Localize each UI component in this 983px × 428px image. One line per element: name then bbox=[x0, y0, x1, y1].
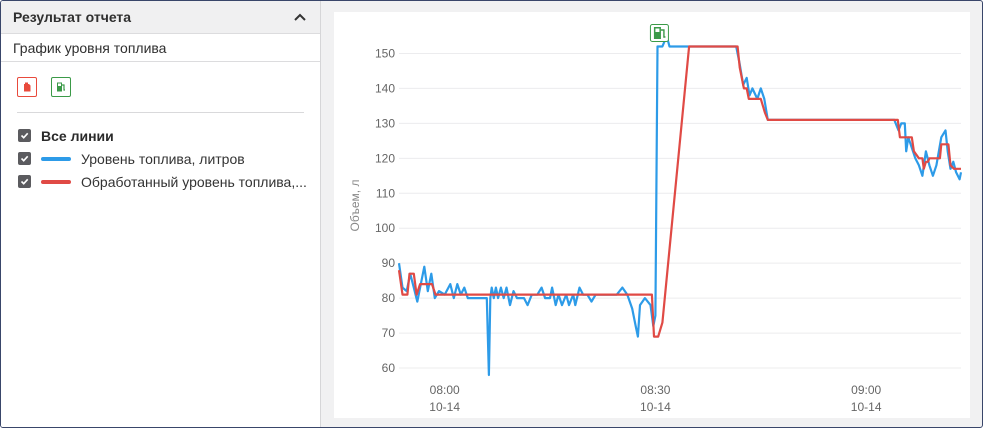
checkbox-checked-icon[interactable] bbox=[18, 175, 31, 188]
y-tick-label: 60 bbox=[382, 361, 396, 375]
x-tick-date-label: 10-14 bbox=[429, 400, 460, 414]
report-result-header[interactable]: Результат отчета bbox=[1, 1, 320, 34]
series-line-fuel-level bbox=[397, 34, 963, 377]
y-tick-label: 100 bbox=[375, 221, 395, 235]
fuel-drain-icon[interactable] bbox=[17, 77, 37, 97]
y-tick-label: 120 bbox=[375, 151, 395, 165]
y-tick-label: 70 bbox=[382, 326, 396, 340]
y-tick-label: 80 bbox=[382, 291, 396, 305]
legend-swatch-red bbox=[41, 179, 71, 184]
checkbox-checked-icon[interactable] bbox=[18, 129, 31, 142]
fuel-chart-area: 60 70 80 90 100 110 120 130 140 150 08:00 10-14 08:3… bbox=[334, 12, 970, 418]
legend-list: Все линии Уровень топлива, литров Обрабо… bbox=[1, 113, 320, 193]
x-tick-label: 09:00 bbox=[851, 383, 881, 397]
legend-swatch-blue bbox=[41, 156, 71, 161]
legend-item-fuel-level[interactable]: Уровень топлива, литров bbox=[1, 147, 320, 170]
report-window: Результат отчета График уровня топлива В… bbox=[0, 0, 983, 428]
y-tick-label: 150 bbox=[375, 46, 395, 60]
legend-item-label: Уровень топлива, литров bbox=[81, 150, 245, 167]
y-tick-label: 140 bbox=[375, 81, 395, 95]
y-tick-label: 110 bbox=[376, 186, 395, 200]
legend-item-processed-fuel-level[interactable]: Обработанный уровень топлива,... bbox=[1, 170, 320, 193]
y-tick-label: 90 bbox=[382, 256, 396, 270]
legend-all-lines-label: Все линии bbox=[41, 127, 114, 144]
chart-item[interactable]: График уровня топлива bbox=[1, 34, 320, 62]
report-result-title: Результат отчета bbox=[13, 9, 132, 25]
chevron-up-icon[interactable] bbox=[294, 12, 306, 22]
legend-all-lines[interactable]: Все линии bbox=[1, 124, 320, 147]
fuel-station-icon[interactable] bbox=[649, 24, 669, 42]
x-tick-date-label: 10-14 bbox=[640, 400, 671, 414]
series-line-processed-fuel-level bbox=[397, 45, 961, 338]
chart-item-label: График уровня топлива bbox=[13, 39, 167, 56]
legend-item-label: Обработанный уровень топлива,... bbox=[81, 173, 307, 190]
x-tick-label: 08:00 bbox=[430, 383, 460, 397]
marker-toggle-row bbox=[1, 62, 320, 97]
y-axis-label: Объем, л bbox=[348, 180, 362, 232]
checkbox-checked-icon[interactable] bbox=[18, 152, 31, 165]
x-tick-date-label: 10-14 bbox=[851, 400, 882, 414]
x-tick-label: 08:30 bbox=[640, 383, 670, 397]
y-tick-label: 130 bbox=[375, 116, 395, 130]
fuel-level-chart[interactable]: 60 70 80 90 100 110 120 130 140 150 08:00 10-14 08:3… bbox=[334, 12, 970, 418]
fuel-station-icon[interactable] bbox=[51, 77, 71, 97]
report-sidebar: Результат отчета График уровня топлива В… bbox=[1, 1, 321, 427]
